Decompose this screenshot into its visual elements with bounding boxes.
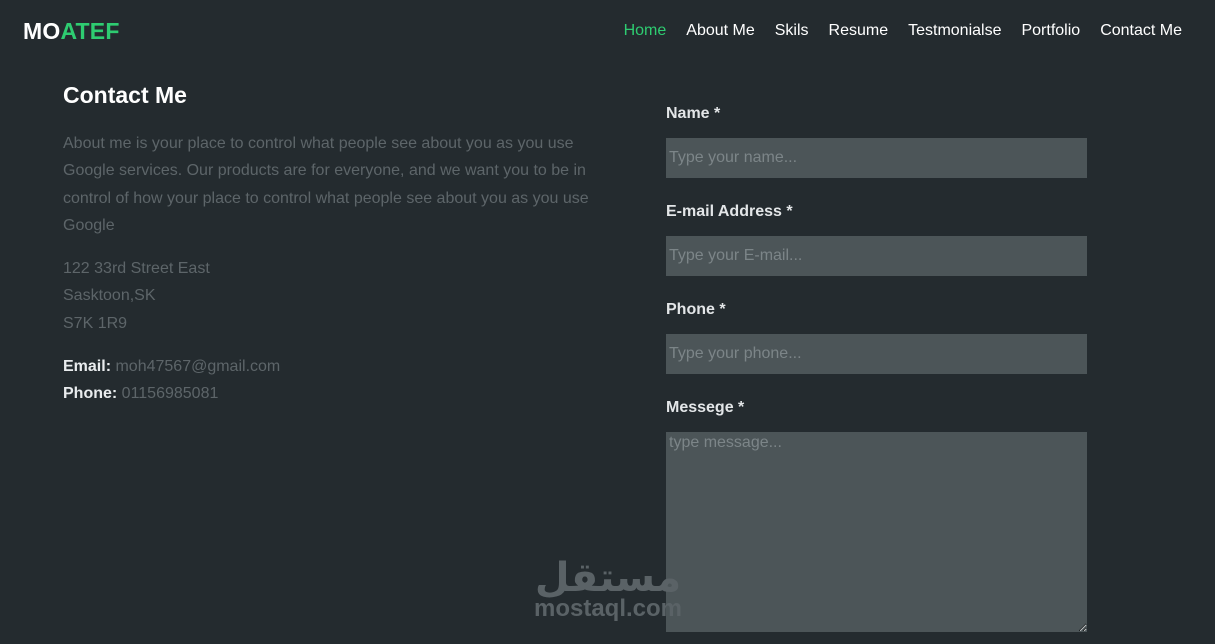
navbar: MOATEF Home About Me Skils Resume Testmo… — [0, 0, 1215, 64]
name-label: Name * — [666, 105, 721, 122]
message-textarea[interactable] — [666, 432, 1087, 632]
address-line-3: S7K 1R9 — [63, 314, 128, 332]
watermark: مستقل mostaql.com — [533, 555, 683, 622]
name-input[interactable] — [666, 138, 1087, 178]
watermark-latin: mostaql.com — [533, 595, 683, 622]
logo-part-2: ATEF — [60, 18, 120, 44]
phone-line: Phone: 01156985081 — [63, 380, 603, 407]
contact-info: Contact Me About me is your place to con… — [63, 80, 603, 408]
nav-home[interactable]: Home — [624, 22, 667, 40]
phone-value: 01156985081 — [121, 385, 219, 403]
nav-contact-me[interactable]: Contact Me — [1100, 22, 1182, 40]
nav-skills[interactable]: Skils — [775, 22, 809, 40]
address-line-2: Sasktoon,SK — [63, 287, 156, 305]
nav-menu: Home About Me Skils Resume Testmonialse … — [604, 22, 1182, 40]
nav-testimonials[interactable]: Testmonialse — [908, 22, 1001, 40]
email-label: Email: — [63, 358, 112, 376]
watermark-arabic: مستقل — [534, 555, 682, 601]
logo-part-1: MO — [23, 18, 61, 44]
email-input[interactable] — [666, 236, 1087, 276]
email-field-label: E-mail Address * — [666, 203, 793, 220]
contact-form: Name * E-mail Address * Phone * Messege … — [666, 103, 1087, 632]
nav-portfolio[interactable]: Portfolio — [1021, 22, 1080, 40]
phone-field-label: Phone * — [666, 301, 726, 318]
message-label: Messege * — [666, 399, 745, 416]
phone-label: Phone: — [63, 385, 118, 403]
address-line-1: 122 33rd Street East — [63, 260, 210, 278]
section-title: Contact Me — [63, 82, 187, 108]
logo[interactable]: MOATEF — [23, 18, 120, 45]
email-value: moh47567@gmail.com — [115, 358, 281, 376]
contact-details: Email: moh47567@gmail.com Phone: 0115698… — [63, 353, 603, 408]
phone-input[interactable] — [666, 334, 1087, 374]
nav-about-me[interactable]: About Me — [686, 22, 754, 40]
address: 122 33rd Street East Sasktoon,SK S7K 1R9 — [63, 255, 603, 337]
nav-resume[interactable]: Resume — [829, 22, 889, 40]
email-line: Email: moh47567@gmail.com — [63, 353, 603, 380]
about-text: About me is your place to control what p… — [63, 135, 589, 234]
